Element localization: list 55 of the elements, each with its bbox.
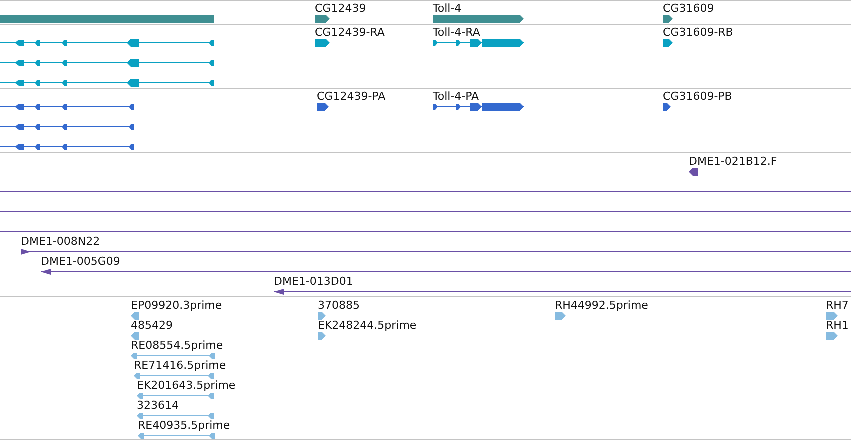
feature-label: Toll-4-RA [433, 27, 480, 39]
feature-label: EK248244.5prime [318, 320, 417, 332]
feature-label: RE08554.5prime [131, 340, 224, 352]
est-drawing[interactable] [826, 312, 838, 320]
feature-label: CG31609-PB [663, 91, 732, 103]
feature-label: Toll-4-PA [433, 91, 480, 103]
est-drawing[interactable] [131, 312, 139, 320]
feature-label: CG31609 [663, 3, 714, 15]
feature-label: RH1 [826, 320, 849, 332]
est-drawing[interactable] [826, 332, 838, 340]
feature-label: EP09920.3prime [131, 300, 222, 312]
transcript-drawing[interactable] [315, 39, 330, 47]
est-drawing[interactable] [318, 332, 326, 340]
feature-label: DME1-013D01 [274, 276, 354, 288]
feature-label: CG12439-RA [315, 27, 385, 39]
est-drawing[interactable] [138, 432, 215, 440]
protein-drawing[interactable] [0, 143, 134, 151]
gene-arrow[interactable] [315, 15, 330, 23]
est-drawing[interactable] [134, 372, 214, 380]
protein-drawing[interactable] [0, 103, 134, 111]
feature-label: DME1-005G09 [41, 256, 120, 268]
transcript-drawing[interactable] [433, 39, 524, 47]
gene-arrow[interactable] [663, 15, 673, 23]
feature-label: CG12439 [315, 3, 366, 15]
feature-label: RH7 [826, 300, 849, 312]
feature-label: RH44992.5prime [555, 300, 648, 312]
feature-label: 370885 [318, 300, 360, 312]
protein-drawing[interactable] [317, 103, 329, 111]
feature-label: DME1-008N22 [21, 236, 100, 248]
clone-line[interactable] [689, 168, 698, 176]
transcript-drawing[interactable] [0, 39, 214, 47]
feature-label: 323614 [137, 400, 179, 412]
protein-drawing[interactable] [0, 123, 134, 131]
transcript-drawing[interactable] [0, 59, 214, 67]
clone-line[interactable] [41, 268, 851, 276]
protein-drawing[interactable] [433, 103, 524, 111]
clone-line[interactable] [21, 248, 851, 256]
feature-label: 485429 [131, 320, 173, 332]
feature-label: Toll-4 [433, 3, 462, 15]
est-drawing[interactable] [137, 392, 214, 400]
est-drawing[interactable] [131, 332, 139, 340]
est-drawing[interactable] [137, 412, 214, 420]
est-drawing[interactable] [131, 352, 215, 360]
est-drawing[interactable] [555, 312, 566, 320]
protein-drawing[interactable] [663, 103, 671, 111]
feature-label: CG12439-PA [317, 91, 386, 103]
est-drawing[interactable] [318, 312, 326, 320]
feature-label: RE71416.5prime [134, 360, 226, 372]
feature-label: CG31609-RB [663, 27, 734, 39]
feature-label: DME1-021B12.F [689, 156, 778, 168]
transcript-drawing[interactable] [663, 39, 673, 47]
feature-label: EK201643.5prime [137, 380, 236, 392]
transcript-drawing[interactable] [0, 79, 214, 87]
feature-label: RE40935.5prime [138, 420, 230, 432]
clone-line[interactable] [274, 288, 851, 296]
